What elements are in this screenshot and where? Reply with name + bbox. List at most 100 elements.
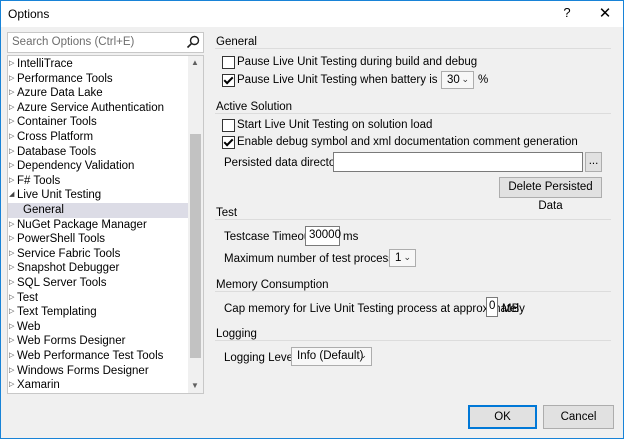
tree-item[interactable]: ▷ Azure Service Authentication [8,101,188,116]
expand-arrow-icon[interactable]: ▷ [9,115,17,130]
tree-item-label: Azure Service Authentication [17,101,165,114]
group-divider [215,113,611,114]
max-processes-dropdown[interactable]: 1 ⌄ [389,249,416,267]
tree-item-label: SQL Server Tools [17,277,107,289]
tree-item[interactable]: ▷ Service Fabric Tools [8,247,188,262]
pause-battery-label: Pause Live Unit Testing when battery is … [237,74,474,86]
title-bar: Options ? ✕ [1,1,623,27]
cap-memory-label: Cap memory for Live Unit Testing process… [224,303,525,315]
tree-item[interactable]: ▷ Text Templating [8,305,188,320]
window-title: Options [8,7,50,21]
logging-level-dropdown[interactable]: Info (Default) ⌄ [291,347,372,366]
scroll-up-icon[interactable]: ▲ [191,58,199,67]
expand-arrow-icon[interactable]: ▷ [9,261,17,276]
tree-item[interactable]: ▷ Performance Tools [8,72,188,87]
tree-item[interactable]: ▷ Container Tools [8,115,188,130]
expand-arrow-icon[interactable]: ▷ [9,218,17,233]
expand-arrow-icon[interactable]: ▷ [9,145,17,160]
expand-arrow-icon[interactable]: ▷ [9,86,17,101]
tree-item[interactable]: ▷ NuGet Package Manager [8,218,188,233]
pause-build-label: Pause Live Unit Testing during build and… [237,56,478,68]
tree-item-label: Dependency Validation [17,160,135,173]
persisted-dir-label: Persisted data directory: [224,157,349,169]
tree-item-label: Live Unit Testing [17,189,102,202]
scroll-down-icon[interactable]: ▼ [191,381,199,390]
tree-item-label: Performance Tools [17,72,113,85]
help-button[interactable]: ? [560,5,574,20]
pause-build-checkbox[interactable] [222,56,235,69]
expand-arrow-icon[interactable]: ▷ [9,159,17,174]
logging-group-title: Logging [216,328,257,340]
tree-item[interactable]: ▷ F# Tools [8,174,188,189]
tree-item-label: Cross Platform [17,131,94,143]
tree-item[interactable]: ▷ Web [8,320,188,335]
chevron-down-icon: ⌄ [461,74,469,84]
chevron-down-icon: ⌄ [359,350,367,360]
persisted-dir-input[interactable] [333,152,583,172]
start-on-load-label: Start Live Unit Testing on solution load [237,119,433,131]
tree-item[interactable]: ▷ Azure Data Lake [8,86,188,101]
expand-arrow-icon[interactable]: ▷ [9,334,17,349]
tree-item-label: Web [17,320,41,333]
debug-symbol-checkbox[interactable] [222,136,235,149]
tree-item[interactable]: General [8,203,188,218]
collapse-arrow-icon[interactable]: ◢ [9,188,17,203]
general-group-title: General [216,36,257,48]
expand-arrow-icon[interactable]: ▷ [9,364,17,379]
tree-item[interactable]: ◢ Live Unit Testing [8,188,188,203]
scroll-thumb[interactable] [190,134,201,358]
pause-battery-checkbox[interactable] [222,74,235,87]
tree-item-label: Web Performance Test Tools [17,350,164,362]
expand-arrow-icon[interactable]: ▷ [9,349,17,364]
expand-arrow-icon[interactable]: ▷ [9,57,17,72]
cap-memory-input[interactable]: 0 [486,297,498,317]
tree-item[interactable]: ▷ Test [8,291,188,306]
timeout-label: Testcase Timeout: [224,231,317,243]
tree-scrollbar[interactable]: ▲ ▼ [188,56,203,393]
search-input[interactable] [8,33,178,50]
cancel-button[interactable]: Cancel [543,405,614,429]
expand-arrow-icon[interactable]: ▷ [9,101,17,116]
options-dialog: Options ? ✕ ▷IntelliTrace▷Performance To… [0,0,624,439]
browse-button[interactable]: ... [585,152,602,172]
tree-item-label: Windows Forms Designer [17,364,149,377]
tree-item[interactable]: ▷ SQL Server Tools [8,276,188,291]
search-box[interactable] [7,32,204,53]
tree-item[interactable]: ▷ PowerShell Tools [8,232,188,247]
expand-arrow-icon[interactable]: ▷ [9,174,17,189]
expand-arrow-icon[interactable]: ▷ [9,320,17,335]
tree-item[interactable]: ▷ Cross Platform [8,130,188,145]
battery-unit: % [478,74,489,86]
expand-arrow-icon[interactable]: ▷ [9,276,17,291]
tree-item[interactable]: ▷ Web Performance Test Tools [8,349,188,364]
tree-item[interactable]: ▷ Xamarin [8,378,188,393]
close-button[interactable]: ✕ [598,4,612,22]
expand-arrow-icon[interactable]: ▷ [9,247,17,262]
expand-arrow-icon[interactable]: ▷ [9,130,17,145]
group-divider [215,48,611,49]
max-processes-label: Maximum number of test processes: [224,253,410,265]
search-icon[interactable] [186,35,200,49]
battery-dropdown[interactable]: 30 ⌄ [441,71,474,89]
options-tree: ▷ IntelliTrace ▷ Performance Tools ▷ Azure Da… [7,55,204,394]
start-on-load-checkbox[interactable] [222,119,235,132]
tree-item-label: NuGet Package Manager [17,218,147,231]
expand-arrow-icon[interactable]: ▷ [9,305,17,320]
expand-arrow-icon[interactable]: ▷ [9,72,17,87]
tree-item[interactable]: ▷ Web Forms Designer [8,334,188,349]
ok-button[interactable]: OK [468,405,537,429]
timeout-input[interactable]: 30000 [305,226,341,246]
delete-persisted-data-button[interactable]: Delete Persisted Data [499,177,602,212]
logging-level-value: Info (Default) [297,350,364,362]
expand-arrow-icon[interactable]: ▷ [9,232,17,247]
tree-item[interactable]: ▷ IntelliTrace [8,57,188,72]
tree-item-label: Database Tools [17,145,97,158]
expand-arrow-icon[interactable]: ▷ [9,291,17,306]
tree-item[interactable]: ▷ Database Tools [8,145,188,160]
tree-item[interactable]: ▷ Dependency Validation [8,159,188,174]
tree-item[interactable]: ▷ Snapshot Debugger [8,261,188,276]
tree-item-label: PowerShell Tools [17,233,106,246]
tree-item[interactable]: ▷ Windows Forms Designer [8,364,188,379]
expand-arrow-icon[interactable]: ▷ [9,378,17,393]
active-solution-group-title: Active Solution [216,101,293,113]
